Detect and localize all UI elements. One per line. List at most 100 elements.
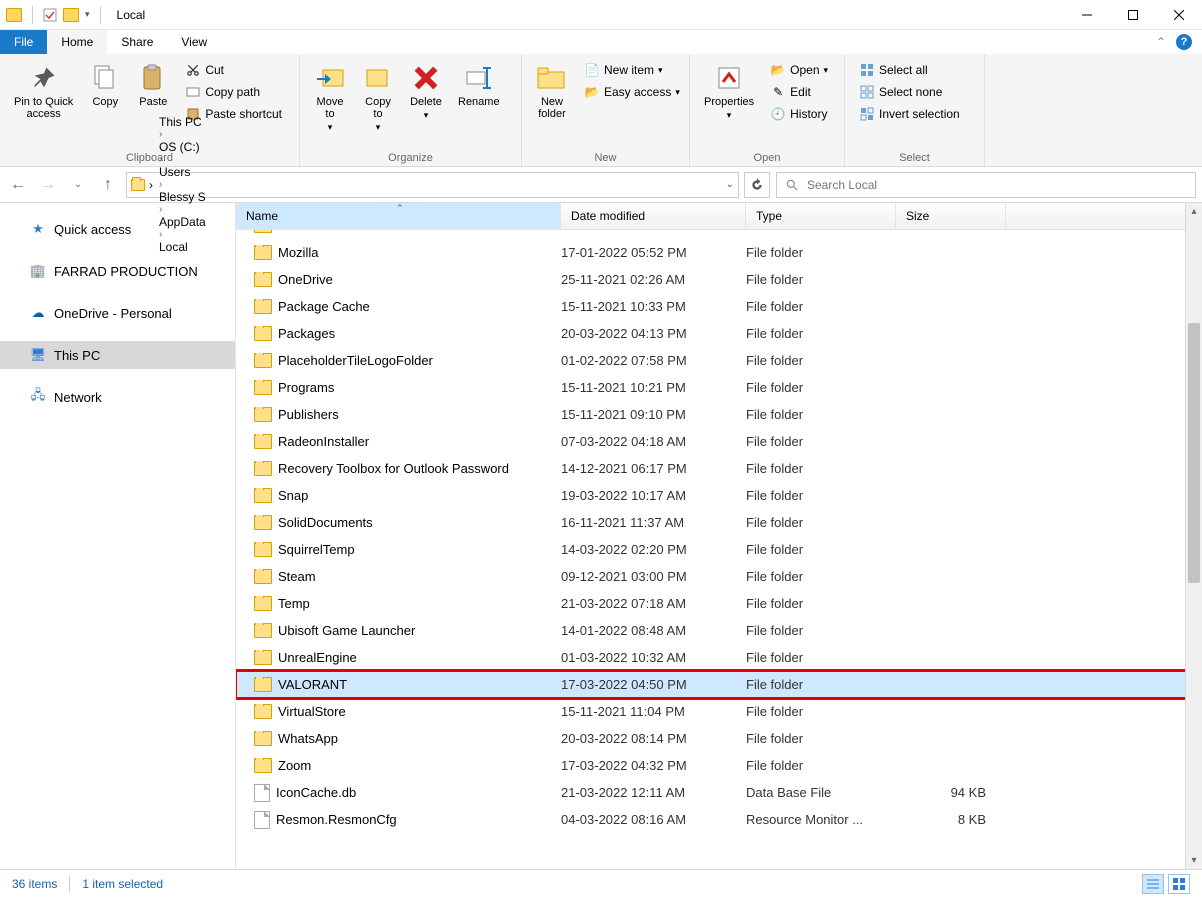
maximize-button[interactable] [1110, 0, 1156, 30]
file-row[interactable]: Temp21-03-2022 07:18 AMFile folder [236, 590, 1202, 617]
up-button[interactable]: ↑ [96, 173, 120, 197]
file-row[interactable]: OneDrive25-11-2021 02:26 AMFile folder [236, 266, 1202, 293]
invert-selection-button[interactable]: Invert selection [855, 104, 964, 124]
file-name: OneDrive [278, 272, 333, 287]
paste-button[interactable]: Paste [129, 58, 177, 112]
copy-path-button[interactable]: Copy path [181, 82, 286, 102]
breadcrumb-segment[interactable]: OS (C:) [157, 140, 208, 154]
file-type: File folder [746, 650, 896, 665]
select-none-button[interactable]: Select none [855, 82, 964, 102]
file-type: File folder [746, 461, 896, 476]
chevron-right-icon[interactable]: › [159, 129, 162, 140]
properties-button[interactable]: Properties▾ [696, 58, 762, 125]
file-row[interactable]: VirtualStore15-11-2021 11:04 PMFile fold… [236, 698, 1202, 725]
address-dropdown-icon[interactable]: ⌄ [726, 179, 734, 190]
chevron-right-icon[interactable]: › [159, 179, 162, 190]
file-row[interactable]: Zoom17-03-2022 04:32 PMFile folder [236, 752, 1202, 779]
forward-button[interactable]: → [36, 173, 60, 197]
file-row[interactable]: Ubisoft Game Launcher14-01-2022 08:48 AM… [236, 617, 1202, 644]
new-item-button[interactable]: 📄New item ▾ [580, 60, 684, 80]
help-icon[interactable]: ? [1176, 34, 1192, 50]
scroll-down-button[interactable]: ▾ [1186, 852, 1202, 869]
file-name: Zoom [278, 758, 311, 773]
breadcrumb-segment[interactable]: Blessy S [157, 190, 208, 204]
file-type: Data Base File [746, 785, 896, 800]
file-row[interactable]: Microsoft [236, 230, 1202, 239]
nav-quick-access[interactable]: ★Quick access [0, 215, 235, 243]
address-bar[interactable]: › This PC›OS (C:)›Users›Blessy S›AppData… [126, 172, 739, 198]
file-row[interactable]: Snap19-03-2022 10:17 AMFile folder [236, 482, 1202, 509]
folder-icon [131, 179, 145, 191]
file-date: 21-03-2022 07:18 AM [561, 596, 746, 611]
file-row[interactable]: Mozilla17-01-2022 05:52 PMFile folder [236, 239, 1202, 266]
checkbox-icon[interactable] [43, 8, 57, 22]
move-to-button[interactable]: Move to▾ [306, 58, 354, 137]
file-name: Mozilla [278, 245, 318, 260]
vertical-scrollbar[interactable]: ▴ ▾ [1185, 203, 1202, 869]
column-size[interactable]: Size [896, 203, 1006, 229]
new-folder-button[interactable]: New folder [528, 58, 576, 124]
file-row[interactable]: VALORANT17-03-2022 04:50 PMFile folder [236, 671, 1202, 698]
details-view-button[interactable] [1142, 874, 1164, 894]
monitor-icon: 🖥 [30, 347, 46, 363]
file-row[interactable]: SolidDocuments16-11-2021 11:37 AMFile fo… [236, 509, 1202, 536]
chevron-right-icon[interactable]: › [149, 178, 153, 192]
dropdown-icon[interactable]: ▾ [85, 9, 90, 20]
group-label-open: Open [690, 152, 844, 166]
rename-button[interactable]: Rename [450, 58, 508, 112]
pin-to-quick-access-button[interactable]: Pin to Quick access [6, 58, 81, 124]
folder-icon[interactable] [63, 8, 79, 22]
back-button[interactable]: ← [6, 173, 30, 197]
column-date[interactable]: Date modified [561, 203, 746, 229]
history-button[interactable]: 🕘History [766, 104, 832, 124]
file-row[interactable]: Packages20-03-2022 04:13 PMFile folder [236, 320, 1202, 347]
file-row[interactable]: Package Cache15-11-2021 10:33 PMFile fol… [236, 293, 1202, 320]
search-input[interactable]: Search Local [776, 172, 1196, 198]
edit-button[interactable]: ✎Edit [766, 82, 832, 102]
minimize-button[interactable] [1064, 0, 1110, 30]
folder-icon [254, 272, 272, 287]
scrollbar-thumb[interactable] [1188, 323, 1200, 583]
copy-to-button[interactable]: Copy to▾ [354, 58, 402, 137]
file-row[interactable]: PlaceholderTileLogoFolder01-02-2022 07:5… [236, 347, 1202, 374]
breadcrumb-segment[interactable]: Users [157, 165, 208, 179]
nav-network[interactable]: 🖧Network [0, 383, 235, 411]
file-row[interactable]: WhatsApp20-03-2022 08:14 PMFile folder [236, 725, 1202, 752]
tab-share[interactable]: Share [107, 30, 167, 54]
file-date: 20-03-2022 08:14 PM [561, 731, 746, 746]
title-bar: ▾ Local [0, 0, 1202, 30]
chevron-right-icon[interactable]: › [159, 154, 162, 165]
breadcrumb-segment[interactable]: This PC [157, 115, 208, 129]
nav-onedrive[interactable]: ☁OneDrive - Personal [0, 299, 235, 327]
file-row[interactable]: UnrealEngine01-03-2022 10:32 AMFile fold… [236, 644, 1202, 671]
easy-access-button[interactable]: 📂Easy access ▾ [580, 82, 684, 102]
nav-farrad[interactable]: 🏢FARRAD PRODUCTION [0, 257, 235, 285]
file-name: Package Cache [278, 299, 370, 314]
collapse-ribbon-icon[interactable]: ⌃ [1156, 35, 1166, 49]
file-row[interactable]: Publishers15-11-2021 09:10 PMFile folder [236, 401, 1202, 428]
delete-button[interactable]: Delete▾ [402, 58, 450, 125]
select-all-button[interactable]: Select all [855, 60, 964, 80]
column-type[interactable]: Type [746, 203, 896, 229]
scroll-up-button[interactable]: ▴ [1186, 203, 1202, 220]
open-button[interactable]: 📂Open ▾ [766, 60, 832, 80]
file-row[interactable]: IconCache.db21-03-2022 12:11 AMData Base… [236, 779, 1202, 806]
thumbnails-view-button[interactable] [1168, 874, 1190, 894]
file-row[interactable]: RadeonInstaller07-03-2022 04:18 AMFile f… [236, 428, 1202, 455]
file-row[interactable]: Recovery Toolbox for Outlook Password14-… [236, 455, 1202, 482]
file-row[interactable]: Resmon.ResmonCfg04-03-2022 08:16 AMResou… [236, 806, 1202, 833]
tab-home[interactable]: Home [47, 30, 107, 54]
file-row[interactable]: Steam09-12-2021 03:00 PMFile folder [236, 563, 1202, 590]
nav-this-pc[interactable]: 🖥This PC [0, 341, 235, 369]
recent-locations-button[interactable]: ⌄ [66, 173, 90, 197]
tab-file[interactable]: File [0, 30, 47, 54]
file-row[interactable]: SquirrelTemp14-03-2022 02:20 PMFile fold… [236, 536, 1202, 563]
file-row[interactable]: Programs15-11-2021 10:21 PMFile folder [236, 374, 1202, 401]
refresh-button[interactable] [744, 172, 770, 198]
copy-button[interactable]: Copy [81, 58, 129, 112]
tab-view[interactable]: View [167, 30, 221, 54]
close-button[interactable] [1156, 0, 1202, 30]
group-label-clipboard: Clipboard [0, 152, 299, 166]
star-icon: ★ [30, 221, 46, 237]
cut-button[interactable]: Cut [181, 60, 286, 80]
